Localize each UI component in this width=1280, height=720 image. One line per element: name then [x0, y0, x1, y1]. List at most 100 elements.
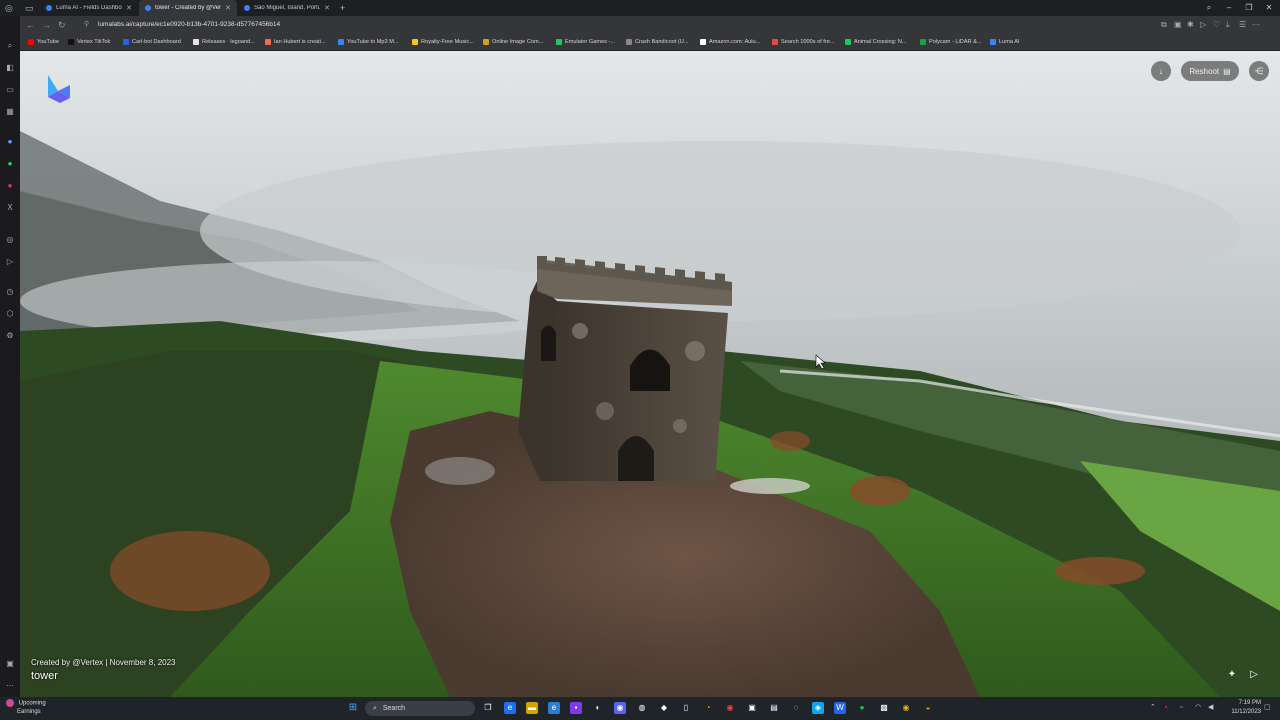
steam-icon[interactable]: ◍ [636, 702, 648, 714]
file-icon[interactable]: ▯ [680, 702, 692, 714]
bookmark-item[interactable]: Carl-bot Dashboard [123, 34, 181, 50]
chrome-icon[interactable]: ◉ [724, 702, 736, 714]
search-icon[interactable]: ⌕ [4, 40, 16, 52]
bookmark-item[interactable]: Animal Crossing: N... [845, 34, 907, 50]
bookmark-item[interactable]: Ian Hubert is creati... [265, 34, 326, 50]
widgets-button[interactable]: Upcoming Earnings [6, 699, 46, 716]
tab-luma-dashboard[interactable]: Luma AI - Fields Dashboard ✕ [40, 0, 138, 16]
forward-icon[interactable]: → [42, 19, 51, 31]
tools-icon[interactable]: ▦ [4, 106, 16, 118]
reshoot-button[interactable]: Reshoot ▤ [1181, 61, 1239, 81]
capture-credit: Created by @Vertex | November 8, 2023 [31, 658, 176, 667]
tab-sao-miguel[interactable]: Sao Miguel, Island, Portugal ✕ [238, 0, 336, 16]
app-icon[interactable]: ◈ [812, 702, 824, 714]
customize-icon[interactable]: ⋯ [4, 680, 16, 692]
patreon-icon [265, 39, 271, 45]
bookmark-item[interactable]: Vertex TikTok [68, 34, 110, 50]
tray-overflow-icon[interactable]: ⌃ [1150, 703, 1156, 713]
send-icon[interactable]: ▷ [4, 256, 16, 268]
site-info-icon[interactable]: ⚲ [84, 19, 89, 31]
tray-app-icon[interactable]: ▪ [1165, 703, 1167, 713]
capture-viewer[interactable]: ↓ Reshoot ▤ ⋲ Created by @Vertex | Novem… [20, 51, 1280, 697]
spotify-icon[interactable]: ● [856, 702, 868, 714]
bookmark-item[interactable]: Releases · legoand... [193, 34, 255, 50]
app-icon[interactable]: ◉ [900, 702, 912, 714]
instagram-icon[interactable]: ● [4, 180, 16, 192]
play-button[interactable]: ▷ [1244, 666, 1264, 684]
search-tabs-icon[interactable]: ⌕ [1200, 1, 1218, 15]
close-tab-icon[interactable]: ✕ [126, 4, 132, 12]
media-icon[interactable]: ▷ [1200, 19, 1206, 31]
favorite-icon[interactable]: ♡ [1213, 19, 1220, 31]
close-tab-icon[interactable]: ✕ [324, 4, 330, 12]
screenshot-icon[interactable]: ▣ [1174, 19, 1182, 31]
bookmark-item[interactable]: YouTube [28, 34, 59, 50]
app-icon[interactable]: ◌ [790, 702, 802, 714]
sidebar-toggle-icon[interactable]: ▣ [4, 658, 16, 670]
whatsapp-icon[interactable]: ● [4, 158, 16, 170]
youtube-icon [28, 39, 34, 45]
task-view-icon[interactable]: ❐ [482, 702, 494, 714]
url-field[interactable]: lumalabs.ai/capture/ec1e0920-b13b-4701-9… [98, 19, 280, 31]
blender-icon[interactable]: ◔ [702, 702, 714, 714]
app-icon[interactable]: ▪ [570, 702, 582, 714]
browser-profile-icon[interactable]: ◎ [5, 2, 13, 14]
start-icon[interactable]: ⊞ [347, 702, 359, 714]
app-icon[interactable]: ◒ [922, 702, 934, 714]
luma-logo[interactable] [40, 71, 74, 105]
edge-icon[interactable]: e [504, 702, 516, 714]
bookmark-item[interactable]: Polycam - LiDAR &... [920, 34, 982, 50]
messenger-icon[interactable]: ● [4, 136, 16, 148]
edge-dev-icon[interactable]: e [548, 702, 560, 714]
cube-icon[interactable]: ⬡ [4, 308, 16, 320]
bookmark-item[interactable]: Search 1000s of fre... [772, 34, 834, 50]
extensions-icon[interactable]: ✱ [1187, 19, 1194, 31]
download-icon[interactable]: ⤓ [1226, 19, 1230, 31]
network-icon[interactable]: ◠ [1195, 703, 1201, 713]
close-tab-icon[interactable]: ✕ [225, 4, 231, 12]
new-tab-icon[interactable]: + [340, 2, 345, 14]
tab-list-icon[interactable]: ▭ [25, 2, 34, 14]
clock-icon[interactable]: ◷ [4, 286, 16, 298]
gear-icon[interactable]: ⚙ [4, 330, 16, 342]
restore-icon[interactable]: ❐ [1240, 1, 1258, 15]
magic-edit-button[interactable]: ✦ [1222, 666, 1242, 684]
app-icon[interactable]: ▩ [878, 702, 890, 714]
back-icon[interactable]: ← [26, 19, 35, 31]
shopping-icon[interactable]: ◧ [4, 62, 16, 74]
close-window-icon[interactable]: ✕ [1260, 1, 1278, 15]
bookmark-item[interactable]: Crash Bandicoot (U... [626, 34, 688, 50]
menu-icon[interactable]: ⋯ [1252, 19, 1260, 31]
taskbar-search[interactable]: ⌕ Search [365, 701, 475, 716]
search-site-icon [772, 39, 778, 45]
download-button[interactable]: ↓ [1151, 61, 1171, 81]
system-clock[interactable]: 7:19 PM 11/12/2023 [1225, 699, 1261, 717]
tray-app-icon[interactable]: ▫ [1180, 703, 1182, 713]
x-icon[interactable]: X [4, 202, 16, 214]
reload-icon[interactable]: ↻ [58, 19, 66, 31]
collections-icon[interactable]: ☰ [1239, 19, 1246, 31]
tab-tower[interactable]: tower - Created by @Vertex ✕ [139, 0, 237, 16]
bookmark-item[interactable]: YouTube to Mp3 M... [338, 34, 399, 50]
circle-icon[interactable]: ◎ [4, 234, 16, 246]
download-arrow-icon: ↓ [1158, 66, 1164, 76]
bookmark-item[interactable]: Online Image Com... [483, 34, 543, 50]
discord-icon[interactable]: ◉ [614, 702, 626, 714]
volume-icon[interactable]: ◀ [1208, 703, 1213, 713]
app-icon[interactable]: ◐ [592, 702, 604, 714]
notifications-icon[interactable]: ▢ [1264, 703, 1271, 713]
install-icon[interactable]: ⧉ [1161, 19, 1167, 31]
minimize-icon[interactable]: – [1220, 1, 1238, 15]
bookmark-item[interactable]: Emulator Games -... [556, 34, 615, 50]
bookmark-item[interactable]: Amazon.com: Aulu... [700, 34, 760, 50]
app-icon[interactable]: ▤ [768, 702, 780, 714]
carlbot-icon [123, 39, 129, 45]
bookmark-item[interactable]: Luma AI [990, 34, 1020, 50]
file-explorer-icon[interactable]: ▬ [526, 702, 538, 714]
share-button[interactable]: ⋲ [1249, 61, 1269, 81]
word-icon[interactable]: W [834, 702, 846, 714]
bookmark-item[interactable]: Royalty-Free Music... [412, 34, 474, 50]
unity-icon[interactable]: ◆ [658, 702, 670, 714]
chat-icon[interactable]: ▭ [4, 84, 16, 96]
app-icon[interactable]: ▣ [746, 702, 758, 714]
